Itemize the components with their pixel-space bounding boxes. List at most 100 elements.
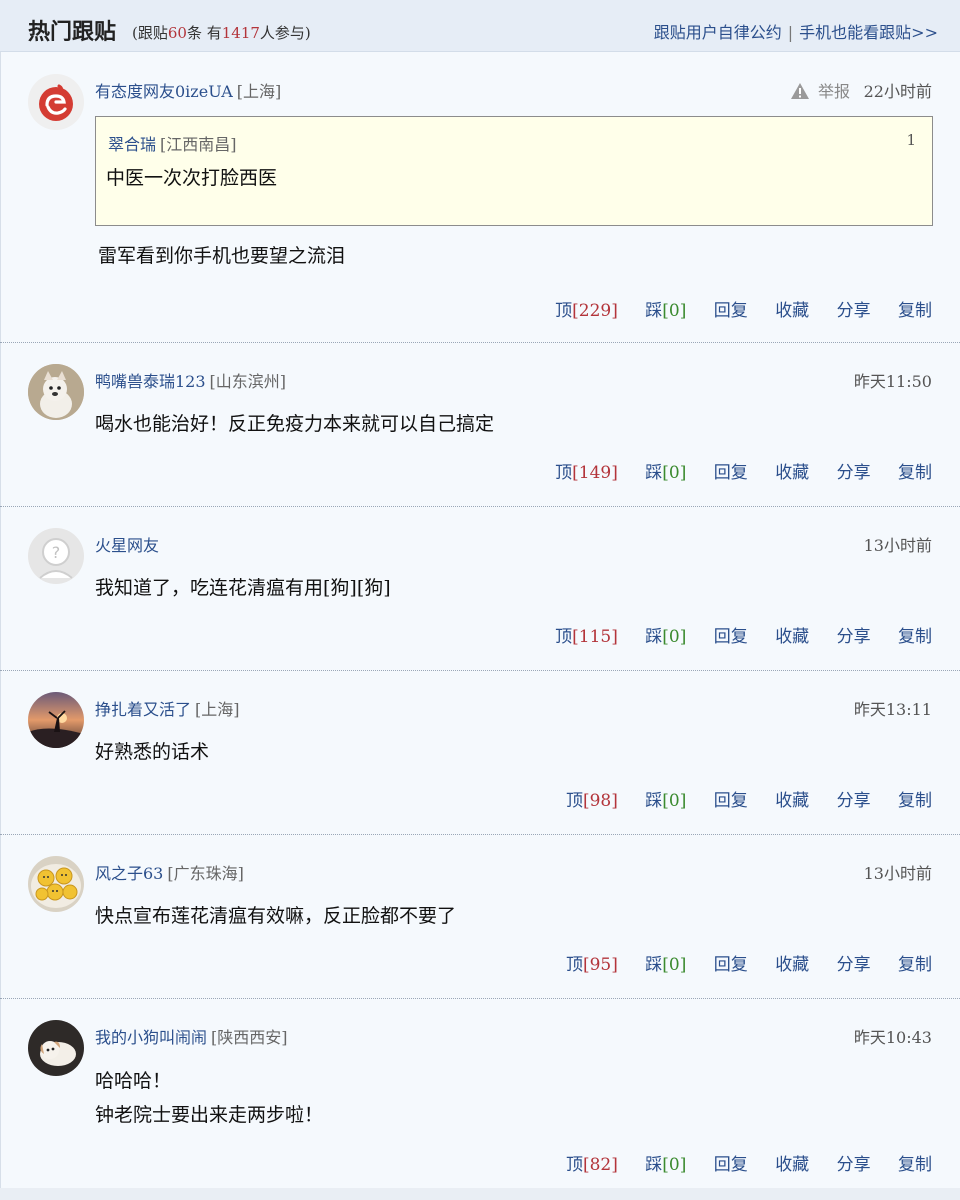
comment-time: 13小时前 (863, 864, 932, 883)
cookies-photo-avatar[interactable] (28, 856, 84, 912)
link-separator: | (787, 23, 794, 42)
user-location: [上海] (195, 700, 240, 719)
username[interactable]: 火星网友 (95, 536, 159, 555)
comment-time: 昨天11:50 (853, 372, 932, 391)
quoted-location: [江西南昌] (160, 135, 237, 154)
mobile-link[interactable]: 手机也能看跟贴>> (799, 23, 938, 42)
favorite-button[interactable]: 收藏 (775, 301, 809, 321)
reply-button[interactable]: 回复 (714, 1155, 748, 1175)
default-user-icon[interactable]: ? (28, 528, 84, 584)
comment-actions: 顶[149] 踩[0] 回复 收藏 分享 复制 (533, 458, 932, 483)
downvote-button[interactable]: 踩[0] (645, 791, 686, 811)
copy-button[interactable]: 复制 (898, 791, 932, 811)
username[interactable]: 我的小狗叫闹闹 (95, 1028, 207, 1047)
comment-time: 13小时前 (863, 536, 932, 555)
puppy-photo-avatar[interactable] (28, 1020, 84, 1076)
reply-button[interactable]: 回复 (714, 955, 748, 975)
downvote-count: [0] (662, 301, 687, 321)
section-title: 热门跟贴 (28, 20, 117, 45)
upvote-count: [82] (582, 1155, 618, 1175)
reply-button[interactable]: 回复 (714, 463, 748, 483)
comment-text-line: 哈哈哈！ (95, 1070, 172, 1092)
upvote-button[interactable]: 顶[95] (566, 955, 618, 975)
favorite-button[interactable]: 收藏 (775, 1155, 809, 1175)
downvote-button[interactable]: 踩[0] (645, 955, 686, 975)
copy-button[interactable]: 复制 (898, 463, 932, 483)
floor-number: 1 (906, 131, 916, 149)
warning-icon (790, 82, 810, 104)
upvote-count: [229] (572, 301, 618, 321)
comment-actions: 顶[229] 踩[0] 回复 收藏 分享 复制 (533, 296, 932, 321)
upvote-count: [95] (582, 955, 618, 975)
comment-actions: 顶[98] 踩[0] 回复 收藏 分享 复制 (544, 786, 932, 811)
downvote-count: [0] (662, 463, 687, 483)
comment-time: 22小时前 (863, 82, 932, 101)
comment-item: ? 火星网友 13小时前 我知道了，吃连花清瘟有用[狗][狗] 顶[115] 踩… (0, 507, 960, 671)
convention-link[interactable]: 跟贴用户自律公约 (654, 23, 782, 42)
username[interactable]: 风之子63 (95, 864, 163, 883)
share-button[interactable]: 分享 (837, 301, 871, 321)
share-button[interactable]: 分享 (837, 463, 871, 483)
user-location: [山东滨州] (209, 372, 287, 391)
comment-actions: 顶[95] 踩[0] 回复 收藏 分享 复制 (544, 950, 932, 975)
downvote-button[interactable]: 踩[0] (645, 1155, 686, 1175)
username[interactable]: 挣扎着又活了 (95, 700, 191, 719)
comment-item: 风之子63 [广东珠海] 13小时前 快点宣布莲花清瘟有效嘛，反正脸都不要了 顶[… (0, 835, 960, 999)
netease-logo-icon[interactable] (28, 74, 84, 130)
reply-button[interactable]: 回复 (714, 301, 748, 321)
downvote-button[interactable]: 踩[0] (645, 463, 686, 483)
quoted-username[interactable]: 翠合瑞 (108, 135, 156, 154)
copy-button[interactable]: 复制 (898, 627, 932, 647)
favorite-button[interactable]: 收藏 (775, 627, 809, 647)
upvote-button[interactable]: 顶[98] (566, 791, 618, 811)
comment-text-line: 钟老院士要出来走两步啦！ (95, 1104, 324, 1126)
upvote-button[interactable]: 顶[115] (555, 627, 618, 647)
comment-item: 有态度网友0izeUA [上海] 举报 22小时前 翠合瑞 [江西南昌] 1 中医一… (0, 52, 960, 343)
comment-item: 挣扎着又活了 [上海] 昨天13:11 好熟悉的话术 顶[98] 踩[0] 回复 … (0, 671, 960, 835)
share-button[interactable]: 分享 (837, 791, 871, 811)
share-button[interactable]: 分享 (837, 627, 871, 647)
report-button[interactable]: 举报 (790, 78, 850, 104)
user-location: [陕西西安] (211, 1028, 288, 1047)
favorite-button[interactable]: 收藏 (775, 463, 809, 483)
downvote-button[interactable]: 踩[0] (645, 627, 686, 647)
comment-text: 哈哈哈！ 钟老院士要出来走两步啦！ (95, 1064, 323, 1132)
downvote-count: [0] (662, 627, 687, 647)
comments-header: 热门跟贴 (跟贴60条 有1417人参与) 跟贴用户自律公约 | 手机也能看跟贴>> (0, 0, 960, 52)
comment-text: 喝水也能治好！反正免疫力本来就可以自己搞定 (95, 413, 495, 435)
comment-item: 我的小狗叫闹闹 [陕西西安] 昨天10:43 哈哈哈！ 钟老院士要出来走两步啦！ … (0, 999, 960, 1199)
upvote-count: [149] (572, 463, 618, 483)
comment-time: 昨天13:11 (853, 700, 932, 719)
downvote-button[interactable]: 踩[0] (645, 301, 686, 321)
upvote-button[interactable]: 顶[149] (555, 463, 618, 483)
quoted-comment: 翠合瑞 [江西南昌] 1 中医一次次打脸西医 (95, 116, 933, 226)
bottom-divider (0, 1188, 960, 1200)
comment-text: 好熟悉的话术 (95, 741, 210, 763)
copy-button[interactable]: 复制 (898, 955, 932, 975)
comment-text: 快点宣布莲花清瘟有效嘛，反正脸都不要了 (95, 905, 457, 927)
comment-item: 鸭嘴兽泰瑞123 [山东滨州] 昨天11:50 喝水也能治好！反正免疫力本来就可以… (0, 343, 960, 507)
username[interactable]: 有态度网友0izeUA (95, 82, 233, 101)
comment-text: 我知道了，吃连花清瘟有用[狗][狗] (95, 577, 391, 599)
copy-button[interactable]: 复制 (898, 301, 932, 321)
favorite-button[interactable]: 收藏 (775, 955, 809, 975)
upvote-count: [98] (582, 791, 618, 811)
reply-button[interactable]: 回复 (714, 791, 748, 811)
comment-text: 雷军看到你手机也要望之流泪 (98, 245, 346, 267)
upvote-button[interactable]: 顶[82] (566, 1155, 618, 1175)
comment-actions: 顶[82] 踩[0] 回复 收藏 分享 复制 (544, 1150, 932, 1175)
sunset-photo-avatar[interactable] (28, 692, 84, 748)
downvote-count: [0] (662, 791, 687, 811)
copy-button[interactable]: 复制 (898, 1155, 932, 1175)
comment-count: 60 (167, 24, 187, 42)
user-location: [上海] (236, 82, 282, 101)
quoted-text: 中医一次次打脸西医 (106, 167, 278, 189)
favorite-button[interactable]: 收藏 (775, 791, 809, 811)
svg-text:?: ? (52, 543, 61, 562)
share-button[interactable]: 分享 (837, 1155, 871, 1175)
username[interactable]: 鸭嘴兽泰瑞123 (95, 372, 206, 391)
reply-button[interactable]: 回复 (714, 627, 748, 647)
upvote-button[interactable]: 顶[229] (555, 301, 618, 321)
dog-photo-avatar[interactable] (28, 364, 84, 420)
share-button[interactable]: 分享 (837, 955, 871, 975)
